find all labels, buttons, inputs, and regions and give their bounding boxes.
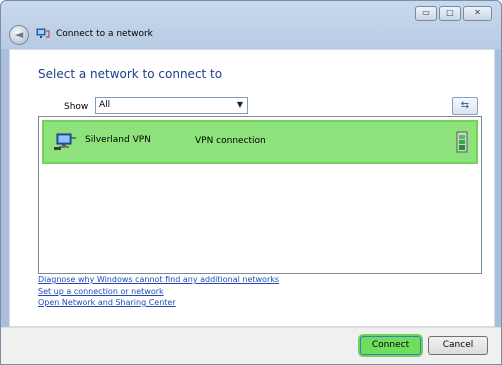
help-links: Diagnose why Windows cannot find any add… [38, 274, 279, 309]
close-button[interactable]: ✕ [463, 6, 492, 21]
minimize-icon: ▭ [422, 8, 430, 17]
signal-strength-icon [456, 131, 468, 153]
network-list[interactable]: Silverland VPN VPN connection [38, 116, 482, 274]
show-label: Show [64, 102, 89, 112]
window-controls: ▭ □ ✕ [415, 6, 492, 21]
page-heading: Select a network to connect to [38, 67, 223, 81]
dropdown-arrow-icon: ▼ [236, 100, 243, 109]
network-type: VPN connection [195, 136, 266, 146]
network-name: Silverland VPN [85, 135, 151, 145]
content-panel: Select a network to connect to Show All … [9, 49, 495, 327]
maximize-icon: □ [446, 8, 454, 17]
vpn-network-icon [54, 133, 76, 150]
connect-button[interactable]: Connect [360, 336, 421, 355]
window-title: Connect to a network [56, 29, 153, 39]
back-arrow-icon: ◄ [14, 28, 24, 41]
cancel-button[interactable]: Cancel [428, 336, 488, 355]
back-button[interactable]: ◄ [9, 25, 29, 45]
diagnose-link[interactable]: Diagnose why Windows cannot find any add… [38, 274, 279, 286]
close-icon: ✕ [474, 8, 481, 17]
dialog-footer: Connect Cancel [1, 327, 501, 364]
show-filter-value: All [99, 100, 111, 110]
setup-connection-link[interactable]: Set up a connection or network [38, 286, 279, 298]
refresh-button[interactable]: ⇆ [452, 97, 478, 115]
network-title-icon [36, 28, 50, 38]
refresh-icon: ⇆ [460, 100, 470, 111]
network-center-link[interactable]: Open Network and Sharing Center [38, 297, 279, 309]
dialog-window: ▭ □ ✕ ◄ Connect to a network Select a ne… [0, 0, 502, 365]
show-filter-select[interactable]: All ▼ [95, 97, 248, 114]
minimize-button[interactable]: ▭ [415, 6, 437, 21]
maximize-button[interactable]: □ [439, 6, 461, 21]
network-item-silverland-vpn[interactable]: Silverland VPN VPN connection [42, 120, 478, 164]
